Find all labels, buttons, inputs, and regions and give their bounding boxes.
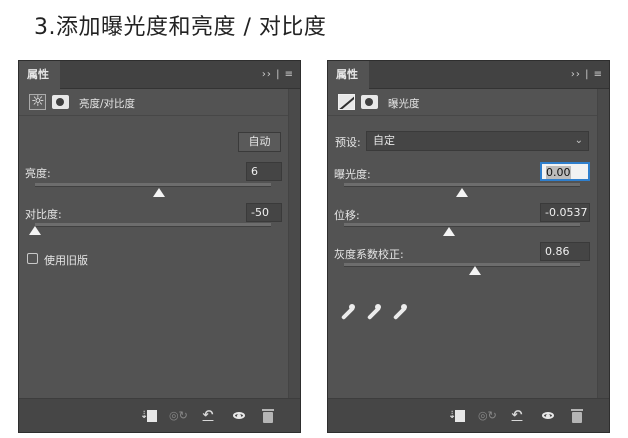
layer-mask-icon[interactable] (361, 95, 378, 109)
clip-to-layer-icon[interactable] (140, 408, 161, 424)
use-legacy-label: 使用旧版 (44, 254, 88, 267)
use-legacy-checkbox[interactable] (27, 253, 38, 264)
properties-panel-brightness-contrast: 属性 ›› | ≡ 亮度/对比度 自动 亮度: 6 对比度: -50 使用旧版 … (18, 60, 301, 433)
reset-icon[interactable]: ↶ (200, 408, 216, 424)
panel-bottom-toolbar: ◎↻ ↶ (328, 398, 609, 432)
contrast-input[interactable]: -50 (246, 203, 282, 222)
brightness-input[interactable]: 6 (246, 162, 282, 181)
delete-trash-icon[interactable] (260, 408, 276, 424)
offset-label: 位移: (334, 209, 360, 222)
delete-trash-icon[interactable] (569, 408, 585, 424)
panel-bottom-toolbar: ◎↻ ↶ (19, 398, 300, 432)
exposure-icon (338, 94, 355, 110)
gray-point-eyedropper-icon[interactable] (364, 304, 384, 324)
adjustment-title: 亮度/对比度 (79, 98, 136, 110)
panel-tab-bar: 属性 ›› | ≡ (19, 61, 300, 89)
adjustment-header: 亮度/对比度 (19, 89, 300, 116)
brightness-slider-track[interactable] (35, 183, 271, 187)
adjustment-header: 曝光度 (328, 89, 609, 116)
exposure-label: 曝光度: (334, 168, 371, 181)
page-heading: 3.添加曝光度和亮度 / 对比度 (34, 15, 327, 40)
preset-value: 自定 (373, 134, 395, 147)
clip-to-layer-icon[interactable] (448, 408, 469, 424)
preset-label: 预设: (335, 136, 361, 149)
black-point-eyedropper-icon[interactable] (338, 304, 358, 324)
visibility-eye-icon[interactable] (231, 408, 247, 424)
visibility-eye-icon[interactable] (540, 408, 556, 424)
panel-menu-icon[interactable]: ›› | ≡ (262, 69, 294, 80)
gamma-slider-track[interactable] (344, 263, 580, 267)
contrast-slider-track[interactable] (35, 223, 271, 227)
offset-slider-track[interactable] (344, 223, 580, 227)
contrast-label: 对比度: (25, 208, 62, 221)
chevron-down-icon: ⌄ (574, 135, 583, 146)
offset-slider-thumb[interactable] (443, 227, 455, 236)
view-previous-state-icon[interactable]: ◎↻ (478, 408, 497, 424)
white-point-eyedropper-icon[interactable] (390, 304, 410, 324)
gamma-label: 灰度系数校正: (334, 248, 404, 261)
properties-panel-exposure: 属性 ›› | ≡ 曝光度 预设: 自定 ⌄ 曝光度: 0.00 位移: -0.… (327, 60, 610, 433)
view-previous-state-icon[interactable]: ◎↻ (169, 408, 188, 424)
gamma-input[interactable]: 0.86 (540, 242, 590, 261)
panel-tab-bar: 属性 ›› | ≡ (328, 61, 609, 89)
brightness-slider-thumb[interactable] (153, 188, 165, 197)
panel-scrollbar[interactable] (288, 89, 300, 399)
reset-icon[interactable]: ↶ (509, 408, 525, 424)
panel-scrollbar[interactable] (597, 89, 609, 399)
exposure-value: 0.00 (546, 166, 571, 179)
adjustment-title: 曝光度 (388, 98, 420, 110)
brightness-contrast-icon (29, 92, 46, 110)
auto-button[interactable]: 自动 (238, 132, 281, 152)
contrast-slider-thumb[interactable] (29, 226, 41, 235)
exposure-slider-thumb[interactable] (456, 188, 468, 197)
exposure-slider-track[interactable] (344, 183, 580, 187)
preset-dropdown[interactable]: 自定 ⌄ (366, 131, 589, 151)
gamma-slider-thumb[interactable] (469, 266, 481, 275)
panel-menu-icon[interactable]: ›› | ≡ (571, 69, 603, 80)
brightness-label: 亮度: (25, 167, 51, 180)
tab-properties[interactable]: 属性 (328, 61, 369, 89)
offset-input[interactable]: -0.0537 (540, 203, 590, 222)
exposure-input[interactable]: 0.00 (540, 162, 590, 181)
tab-properties[interactable]: 属性 (19, 61, 60, 89)
layer-mask-icon[interactable] (52, 95, 69, 109)
